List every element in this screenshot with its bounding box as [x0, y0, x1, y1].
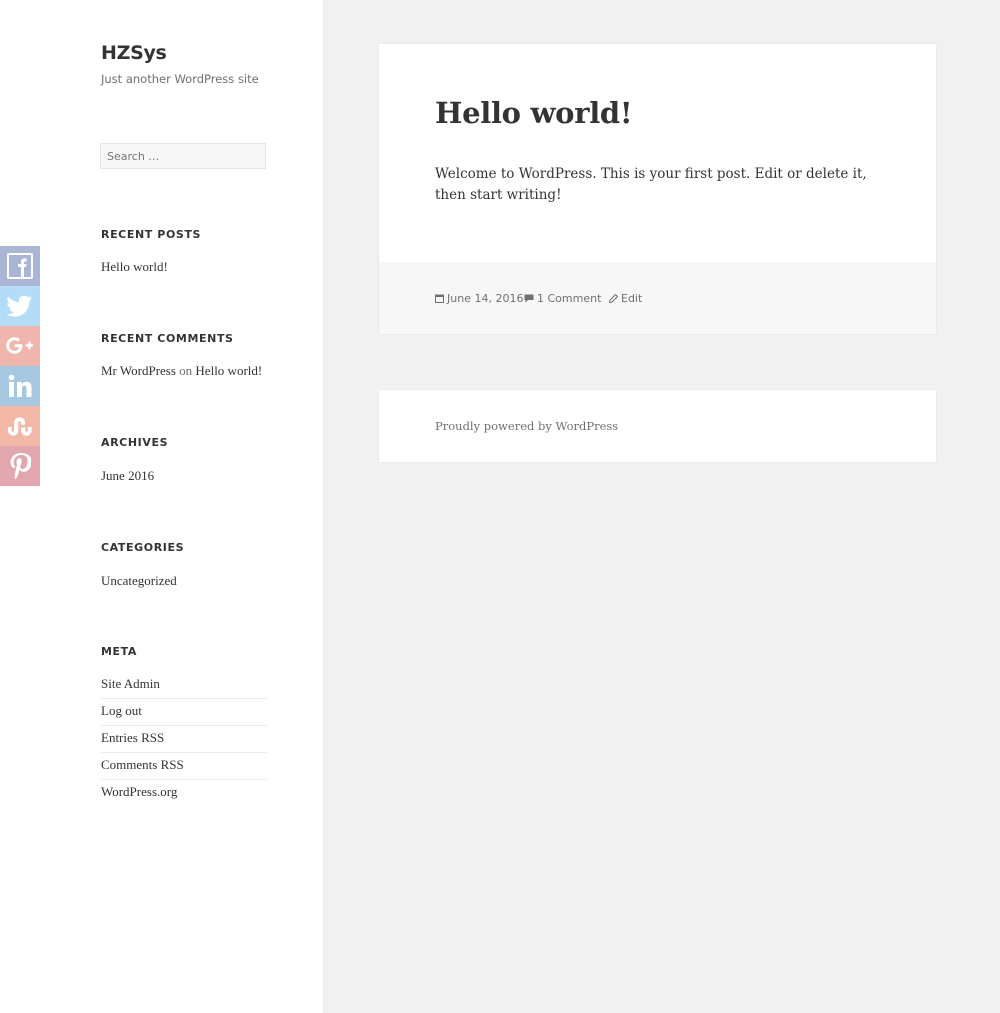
- comments-rss-link[interactable]: Comments RSS: [101, 757, 184, 772]
- wordpress-org-link[interactable]: WordPress.org: [101, 784, 177, 799]
- recent-comment-item: Mr WordPress on Hello world!: [101, 363, 262, 379]
- meta-item: Comments RSS: [101, 753, 267, 780]
- comment-connector: on: [179, 363, 193, 378]
- post-meta-footer: June 14, 2016 1 Comment Edit: [379, 262, 936, 334]
- recent-posts-title: RECENT POSTS: [101, 228, 202, 241]
- site-description: Just another WordPress site: [101, 72, 259, 86]
- powered-by-link[interactable]: Proudly powered by WordPress: [435, 419, 618, 433]
- recent-post-link[interactable]: Hello world!: [101, 259, 168, 275]
- meta-item: Entries RSS: [101, 726, 267, 753]
- social-share-bar: [0, 246, 40, 486]
- post-body: Welcome to WordPress. This is your first…: [435, 166, 867, 203]
- calendar-icon: [435, 294, 444, 303]
- google-plus-icon: [6, 337, 33, 354]
- post-edit-link[interactable]: Edit: [609, 292, 642, 305]
- comment-post-link[interactable]: Hello world!: [195, 363, 262, 378]
- category-link[interactable]: Uncategorized: [101, 573, 177, 589]
- post-comments: 1 Comment: [537, 292, 602, 305]
- recent-comments-title: RECENT COMMENTS: [101, 332, 234, 345]
- meta-item: WordPress.org: [101, 780, 267, 806]
- sidebar: HZSys Just another WordPress site RECENT…: [0, 0, 323, 1013]
- archives-title: ARCHIVES: [101, 436, 169, 449]
- pencil-icon: [609, 294, 618, 303]
- archive-link[interactable]: June 2016: [101, 468, 154, 484]
- post-card: Hello world! Welcome to WordPress. This …: [379, 44, 936, 334]
- stumbleupon-share-button[interactable]: [0, 406, 40, 446]
- linkedin-icon: [8, 374, 32, 397]
- site-title[interactable]: HZSys: [101, 42, 167, 64]
- meta-item: Log out: [101, 699, 267, 726]
- stumbleupon-icon: [8, 417, 32, 436]
- facebook-share-button[interactable]: [0, 246, 40, 286]
- linkedin-share-button[interactable]: [0, 366, 40, 406]
- meta-item: Site Admin: [101, 672, 267, 699]
- post-title[interactable]: Hello world!: [435, 96, 633, 130]
- site-footer: Proudly powered by WordPress: [379, 390, 936, 462]
- twitter-icon: [7, 295, 32, 317]
- meta-title: META: [101, 645, 138, 658]
- post-edit: Edit: [621, 292, 643, 305]
- entries-rss-link[interactable]: Entries RSS: [101, 730, 164, 745]
- twitter-share-button[interactable]: [0, 286, 40, 326]
- meta-list: Site Admin Log out Entries RSS Comments …: [101, 672, 267, 806]
- post-comments-link[interactable]: 1 Comment: [524, 292, 601, 305]
- google-plus-share-button[interactable]: [0, 326, 40, 366]
- post-date-link[interactable]: June 14, 2016: [435, 292, 523, 305]
- categories-title: CATEGORIES: [101, 541, 185, 554]
- search-input[interactable]: [100, 143, 266, 169]
- comment-icon: [524, 294, 534, 303]
- pinterest-share-button[interactable]: [0, 446, 40, 486]
- facebook-icon: [7, 253, 33, 279]
- site-admin-link[interactable]: Site Admin: [101, 676, 160, 691]
- log-out-link[interactable]: Log out: [101, 703, 142, 718]
- post-date: June 14, 2016: [447, 292, 524, 305]
- pinterest-icon: [10, 453, 31, 480]
- comment-author-link[interactable]: Mr WordPress: [101, 363, 176, 378]
